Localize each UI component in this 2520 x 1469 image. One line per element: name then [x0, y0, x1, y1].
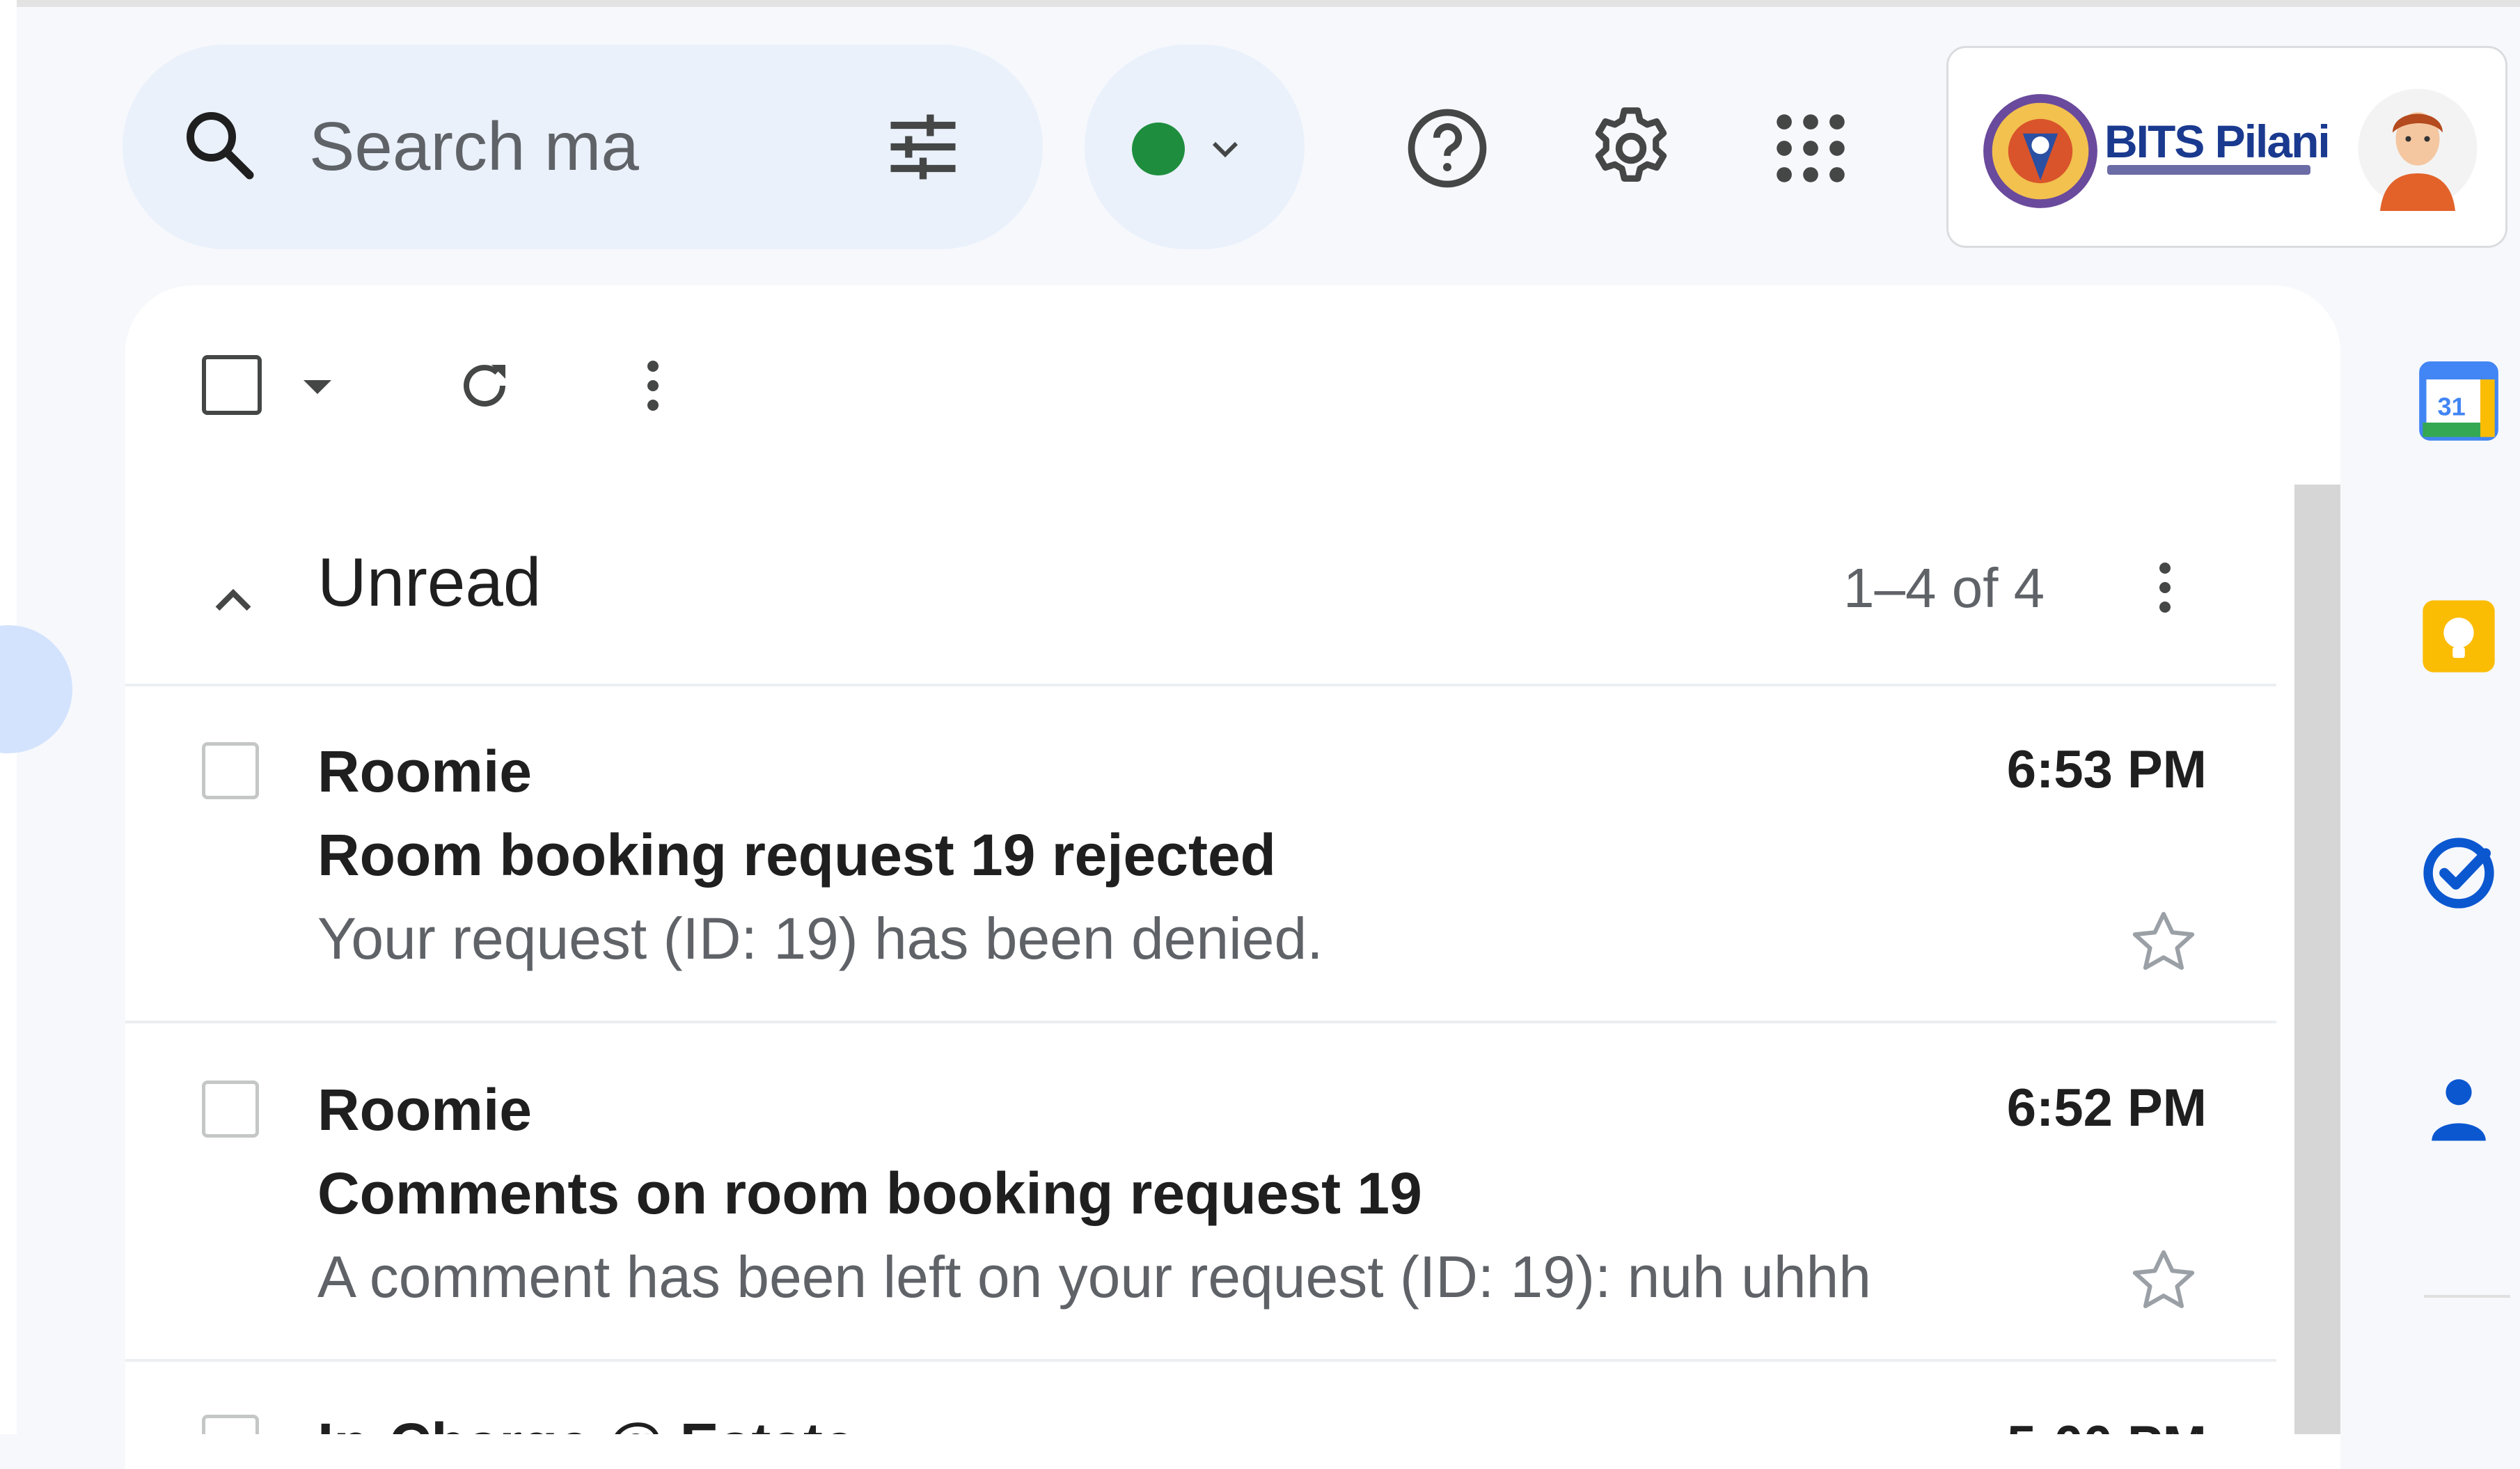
svg-text:31: 31 — [2438, 393, 2466, 421]
apps-grid-icon[interactable] — [1765, 103, 1856, 194]
email-checkbox[interactable] — [202, 1081, 259, 1138]
keep-icon[interactable] — [2416, 593, 2502, 679]
side-panel-divider — [2424, 1295, 2510, 1298]
chevron-up-icon[interactable] — [202, 569, 265, 632]
avatar[interactable] — [2355, 86, 2480, 211]
section-more-icon[interactable] — [2132, 550, 2198, 625]
chevron-down-icon — [1212, 141, 1238, 158]
nav-toggle-tab[interactable] — [0, 625, 72, 753]
search-input[interactable]: Search ma — [309, 104, 639, 188]
email-checkbox[interactable] — [202, 1415, 259, 1434]
contacts-icon[interactable] — [2416, 1065, 2502, 1152]
tasks-icon[interactable] — [2416, 830, 2502, 916]
section-title[interactable]: Unread — [317, 540, 541, 624]
email-time: 6:53 PM — [2006, 740, 2207, 799]
settings-icon[interactable] — [1586, 103, 1676, 194]
select-all-checkbox[interactable] — [202, 355, 262, 415]
calendar-icon[interactable]: 31 — [2416, 358, 2502, 444]
status-button[interactable] — [1085, 45, 1305, 249]
email-sender: Roomie — [317, 739, 533, 804]
help-icon[interactable] — [1402, 103, 1493, 194]
more-vert-icon[interactable] — [620, 352, 686, 419]
refresh-icon[interactable] — [451, 352, 518, 419]
org-tagline — [2107, 165, 2310, 175]
star-icon[interactable] — [2127, 906, 2200, 979]
search-icon[interactable] — [178, 104, 262, 187]
email-row[interactable]: In-Charge @ Estate 5:00 PM — [125, 1362, 2276, 1434]
account-switcher[interactable]: BITS Pilani — [1946, 46, 2507, 248]
top-border — [0, 0, 2520, 7]
section-count: 1–4 of 4 — [1843, 557, 2045, 619]
email-snippet: A comment has been left on your request … — [317, 1244, 1871, 1310]
org-logo — [1983, 94, 2097, 208]
scrollbar[interactable] — [2294, 485, 2340, 1434]
email-checkbox[interactable] — [202, 742, 259, 799]
select-dropdown-icon[interactable] — [284, 352, 351, 419]
search-bar[interactable]: Search ma — [123, 45, 1043, 249]
tune-icon[interactable] — [880, 104, 966, 190]
email-sender: Roomie — [317, 1077, 533, 1142]
star-icon[interactable] — [2127, 1245, 2200, 1317]
org-name: BITS Pilani — [2104, 116, 2331, 167]
email-sender: In-Charge @ Estate — [317, 1409, 856, 1434]
status-indicator — [1132, 123, 1185, 175]
email-subject: Room booking request 19 rejected — [317, 822, 1276, 888]
email-snippet: Your request (ID: 19) has been denied. — [317, 906, 1323, 971]
email-time: 6:52 PM — [2006, 1078, 2207, 1138]
email-time: 5:00 PM — [1921, 1411, 2207, 1434]
email-subject: Comments on room booking request 19 — [317, 1161, 1422, 1226]
